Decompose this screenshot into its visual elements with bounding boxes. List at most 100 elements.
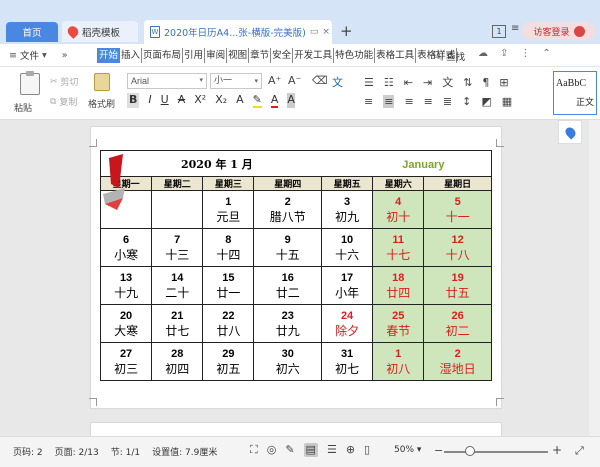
chinese-layout-icon[interactable]: 文 [442, 74, 453, 90]
align-right-icon[interactable]: ≡ [404, 95, 413, 108]
menu-tab-9[interactable]: 特色功能 [334, 48, 376, 63]
calendar-day-cell[interactable]: 12 十八 [423, 228, 492, 267]
focus-mode-icon[interactable]: ⛶ [250, 443, 258, 457]
align-center-icon[interactable]: ≡ [383, 95, 395, 108]
format-painter-button[interactable] [94, 73, 110, 91]
calendar-table[interactable]: 2020 年 1 月 January 星期一 星期二 星期三 星期四 星期五 星期六 星期日… [99, 150, 492, 381]
more-icon[interactable]: ⋮ [520, 48, 530, 59]
font-effect-icon[interactable]: A [236, 93, 244, 108]
calendar-day-cell[interactable]: 15 廿一 [202, 266, 255, 305]
calendar-day-cell[interactable]: 27 初三 [99, 342, 153, 381]
calendar-day-cell[interactable]: 2 腊八节 [253, 190, 322, 229]
font-size-select[interactable]: 小一 ▾ [210, 73, 262, 89]
style-normal[interactable]: AaBbC 正文 [553, 71, 597, 115]
grow-font-icon[interactable]: A⁺ [268, 74, 281, 87]
status-page-number[interactable]: 页码: 2 [13, 445, 43, 458]
calendar-day-cell[interactable]: 11 十七 [372, 228, 425, 267]
calendar-day-cell[interactable]: 6 小寒 [99, 228, 153, 267]
new-tab-icon[interactable]: + [340, 22, 353, 40]
weekday-header[interactable]: 星期六 [372, 176, 425, 191]
window-count-badge[interactable]: 1 [492, 25, 506, 38]
calendar-day-cell[interactable]: 31 初七 [320, 342, 374, 381]
copy-button[interactable]: ⧉ 复制 [50, 95, 77, 109]
collapse-icon[interactable]: ⌃ [542, 48, 550, 59]
paste-button[interactable] [20, 71, 40, 95]
shading-icon[interactable]: ◩ [481, 95, 491, 108]
align-left-icon[interactable]: ≡ [364, 95, 373, 108]
calendar-day-cell[interactable]: 5 十一 [423, 190, 492, 229]
hamburger-icon[interactable]: ≡ [9, 50, 17, 61]
shrink-font-icon[interactable]: A⁻ [288, 74, 301, 87]
calendar-day-cell[interactable]: 20 大寒 [99, 304, 153, 343]
zoom-in-icon[interactable]: + [552, 443, 562, 457]
calendar-day-cell[interactable]: 25 春节 [372, 304, 425, 343]
weekday-header[interactable]: 星期二 [151, 176, 204, 191]
status-setting[interactable]: 设置值: 7.9厘米 [152, 445, 217, 458]
highlight-icon[interactable]: ✎ [252, 93, 262, 108]
calendar-day-cell[interactable]: 30 初六 [253, 342, 322, 381]
calendar-day-cell[interactable]: 24 除夕 [320, 304, 374, 343]
clear-format-icon[interactable]: ⌫ [312, 74, 328, 87]
tab-close-icon[interactable]: × [322, 27, 330, 37]
tab-home[interactable]: 首页 [6, 22, 58, 42]
zoom-slider-track[interactable] [444, 451, 548, 453]
search-menu[interactable]: 🔍︎ 查找 [432, 49, 465, 64]
weekday-header[interactable]: 星期四 [253, 176, 322, 191]
underline-icon[interactable]: U [161, 93, 169, 108]
zoom-slider-handle[interactable] [465, 446, 475, 456]
font-color-icon[interactable]: A [270, 93, 279, 108]
cloud-icon[interactable]: ☁ [478, 48, 488, 59]
calendar-day-cell[interactable]: 21 廿七 [151, 304, 204, 343]
location-button[interactable] [558, 120, 582, 144]
menu-lines-icon[interactable]: ≡ [511, 23, 519, 34]
calendar-day-cell[interactable]: 10 十六 [320, 228, 374, 267]
weekday-header[interactable]: 星期三 [202, 176, 255, 191]
zoom-level[interactable]: 50% ▾ [394, 445, 421, 455]
calendar-day-cell[interactable]: 19 廿五 [423, 266, 492, 305]
calendar-day-cell[interactable]: 29 初五 [202, 342, 255, 381]
calendar-title-cell[interactable]: 2020 年 1 月 January [100, 150, 492, 177]
superscript-icon[interactable]: X² [194, 93, 206, 108]
show-marks-icon[interactable]: ¶ [482, 76, 489, 89]
menu-tab-0[interactable]: 开始 [97, 48, 121, 63]
chevron-down-icon[interactable]: ▾ [42, 50, 47, 61]
zoom-out-icon[interactable]: − [434, 444, 443, 457]
calendar-day-cell[interactable]: 9 十五 [253, 228, 322, 267]
web-view-icon[interactable]: ⊕ [346, 443, 355, 457]
calendar-day-cell[interactable]: 17 小年 [320, 266, 374, 305]
calendar-day-cell[interactable]: 3 初九 [320, 190, 374, 229]
vertical-scrollbar[interactable] [589, 120, 600, 436]
line-spacing-icon[interactable]: ↕ [462, 95, 471, 108]
calendar-day-cell[interactable]: 7 十三 [151, 228, 204, 267]
menu-tab-10[interactable]: 表格工具 [375, 48, 417, 63]
write-mode-icon[interactable]: ✎ [285, 443, 294, 457]
tab-document[interactable]: W 2020年日历A4...张-横版-完美版) ▭ × [144, 20, 332, 44]
eye-protection-icon[interactable]: ◎ [267, 443, 277, 457]
guest-login-button[interactable]: 访客登录 [522, 22, 596, 40]
calendar-day-cell[interactable]: 26 初二 [423, 304, 492, 343]
calendar-day-cell[interactable]: 1 元旦 [202, 190, 255, 229]
weekday-header[interactable]: 星期日 [423, 176, 492, 191]
tab-window-icon[interactable]: ▭ [310, 27, 319, 37]
italic-icon[interactable]: I [148, 93, 151, 108]
menu-tab-4[interactable]: 审阅 [205, 48, 228, 63]
calendar-day-cell[interactable]: 4 初十 [372, 190, 425, 229]
calendar-day-cell[interactable]: 14 二十 [151, 266, 204, 305]
sort-icon[interactable]: ⇅ [463, 76, 472, 89]
menu-tab-3[interactable]: 引用 [183, 48, 206, 63]
calendar-day-cell[interactable]: 8 十四 [202, 228, 255, 267]
calendar-day-cell[interactable]: 16 廿二 [253, 266, 322, 305]
justify-icon[interactable]: ≡ [424, 95, 433, 108]
menu-tab-6[interactable]: 章节 [249, 48, 272, 63]
bold-icon[interactable]: B [127, 93, 140, 108]
status-page[interactable]: 页面: 2/13 [55, 445, 99, 458]
share-icon[interactable]: ⇪ [500, 48, 508, 59]
cut-button[interactable]: ✂ 剪切 [50, 75, 78, 89]
char-shading-icon[interactable]: A [287, 93, 295, 108]
numbered-list-icon[interactable]: ☷ [384, 76, 394, 89]
status-section[interactable]: 节: 1/1 [111, 445, 140, 458]
calendar-day-cell[interactable]: 28 初四 [151, 342, 204, 381]
calendar-day-cell[interactable]: 2 湿地日 [423, 342, 492, 381]
borders-icon[interactable]: ⊞ [499, 76, 508, 89]
tab-daoke[interactable]: 稻壳模板 [62, 21, 138, 42]
